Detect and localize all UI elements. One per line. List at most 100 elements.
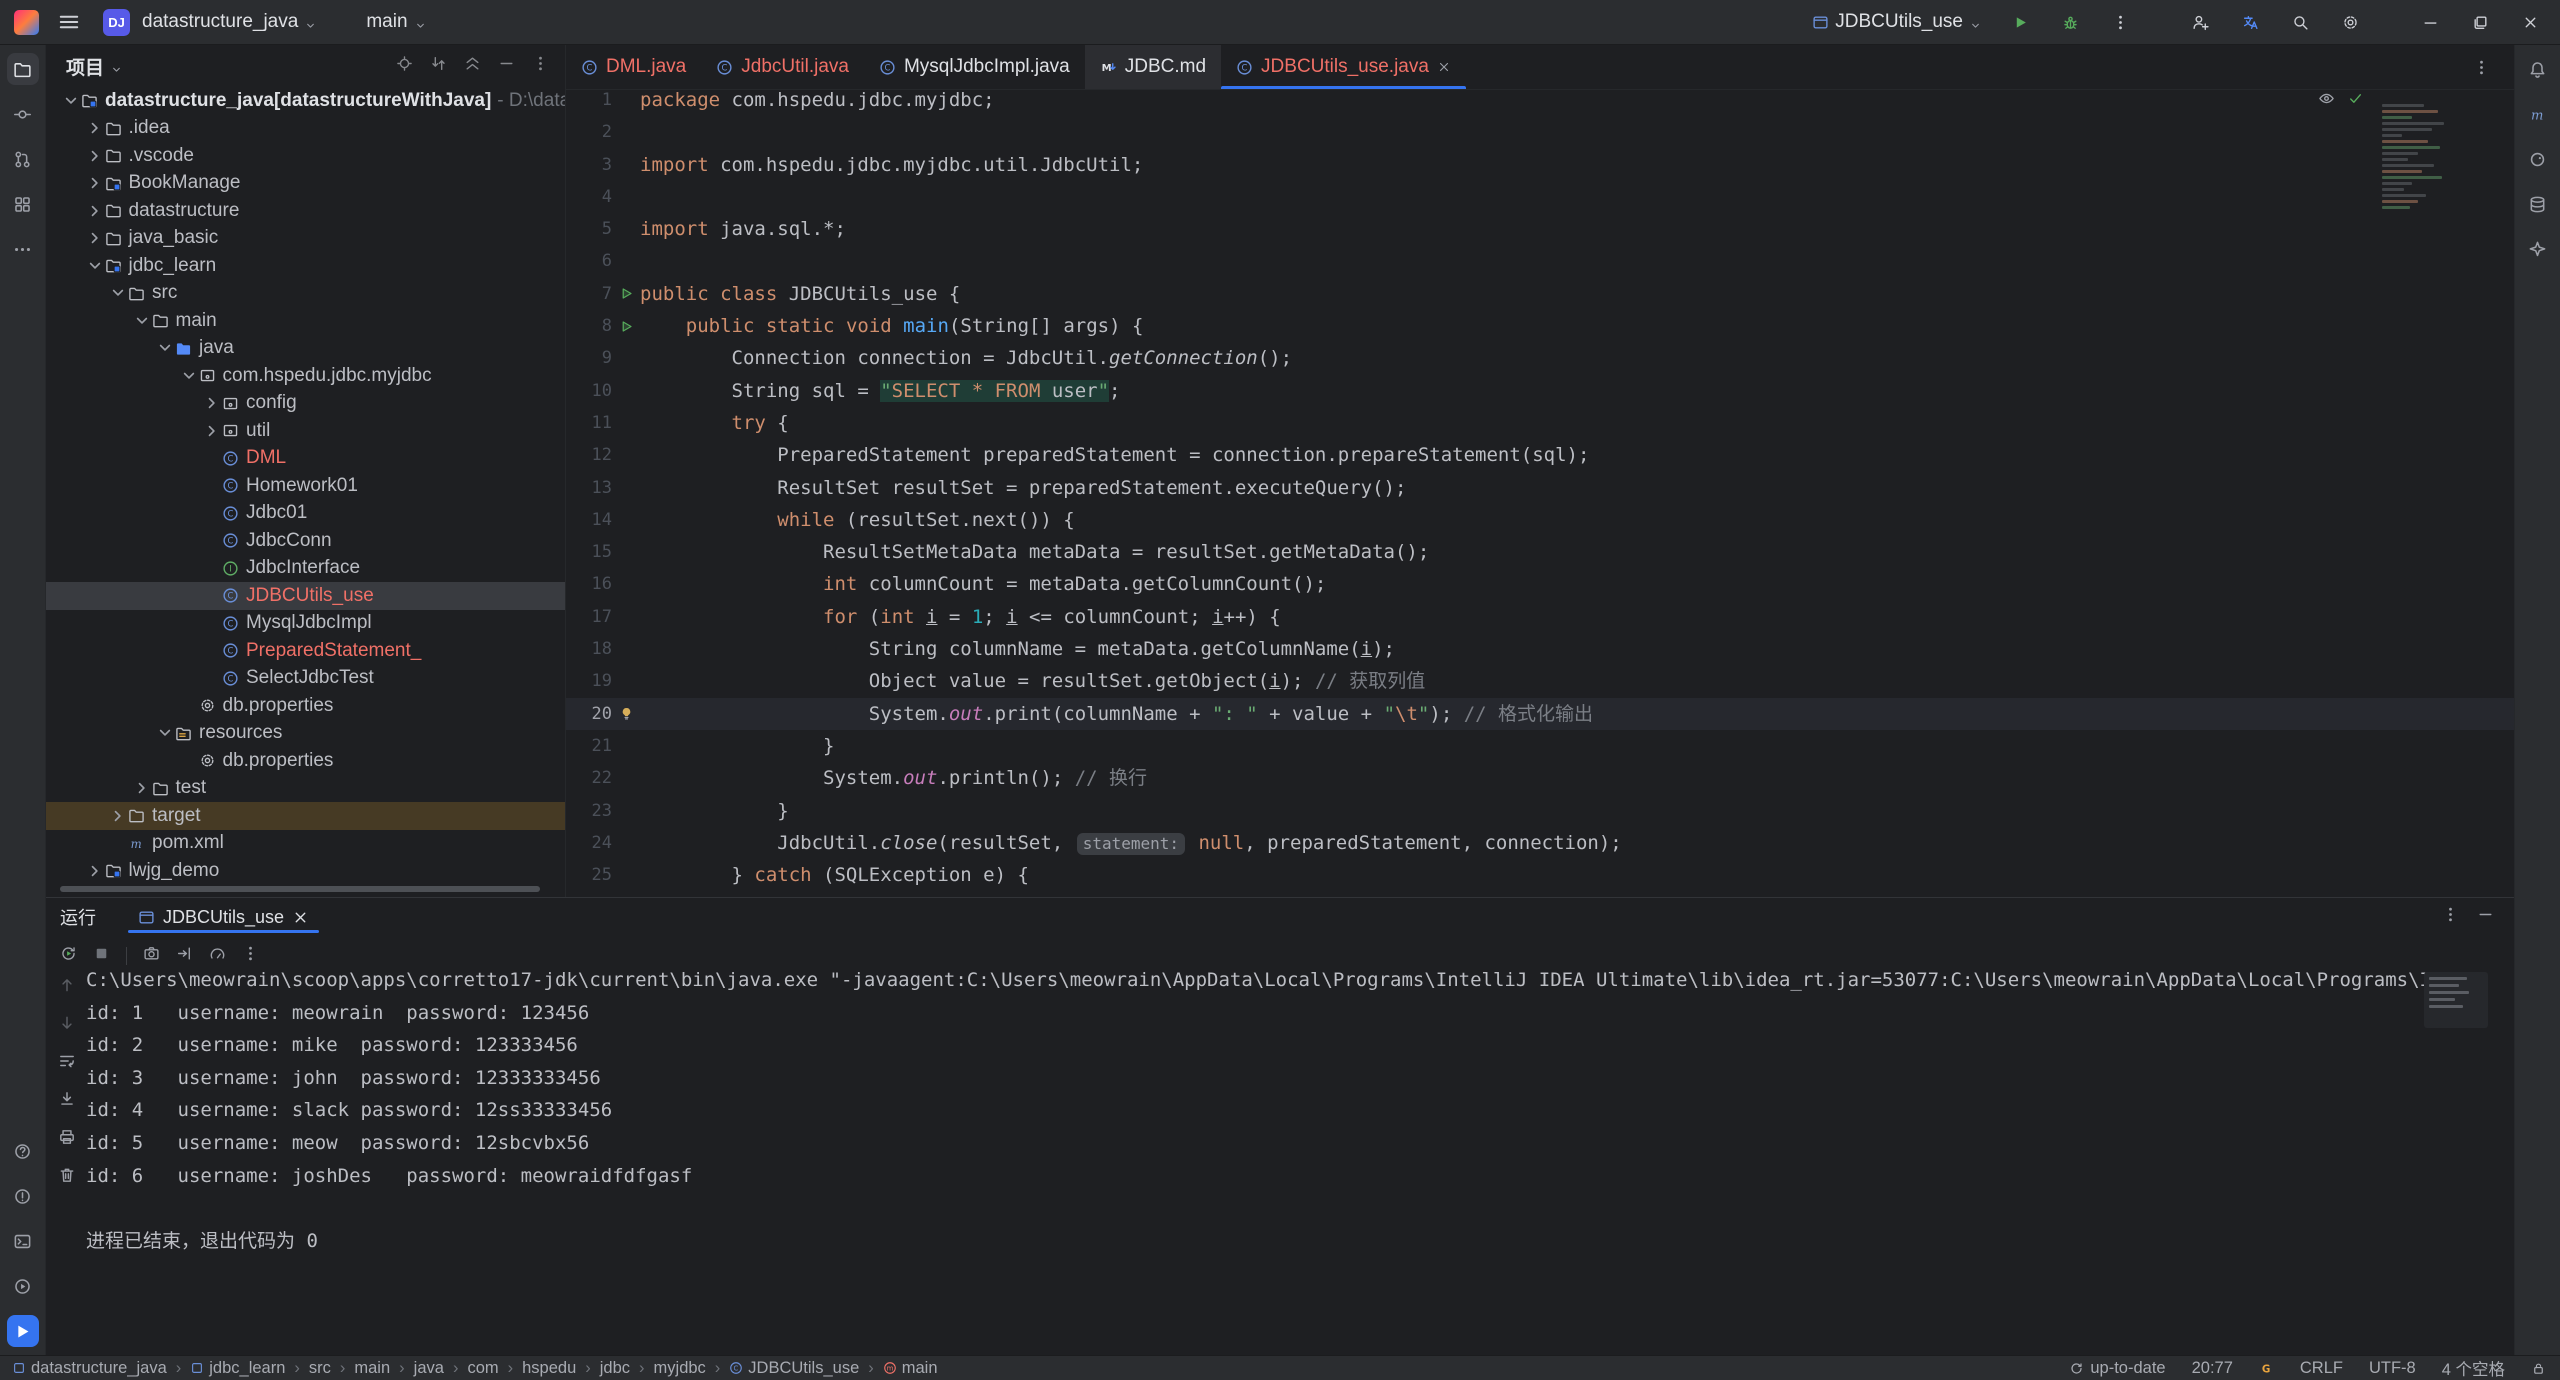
search-button[interactable] <box>2288 10 2312 34</box>
status-widget-up-to-date[interactable]: up-to-date <box>2069 1359 2165 1378</box>
project-folder-tool-button[interactable] <box>7 53 39 85</box>
tree-item-MysqlJdbcImpl[interactable]: CMysqlJdbcImpl <box>46 610 565 638</box>
horizontal-scrollbar[interactable] <box>60 886 540 892</box>
tree-chevron-icon[interactable] <box>85 148 105 164</box>
tree-item-JdbcInterface[interactable]: IJdbcInterface <box>46 555 565 583</box>
run-play-button[interactable] <box>2008 10 2032 34</box>
tree-item-JdbcConn[interactable]: CJdbcConn <box>46 527 565 555</box>
breadcrumb-item-JDBCUtils_use[interactable]: CJDBCUtils_use <box>729 1359 859 1378</box>
debug-bug-button[interactable] <box>2058 10 2082 34</box>
tree-item-src[interactable]: src <box>46 280 565 308</box>
code-line-18[interactable]: 18 String columnName = metaData.getColum… <box>566 633 2514 665</box>
tree-item-PreparedStatement_[interactable]: CPreparedStatement_ <box>46 637 565 665</box>
run-tab[interactable]: JDBCUtils_use <box>128 898 319 930</box>
hide-button[interactable] <box>2477 906 2494 928</box>
settings-button[interactable] <box>2338 10 2362 34</box>
tree-item-.vscode[interactable]: .vscode <box>46 142 565 170</box>
code-line-21[interactable]: 21 } <box>566 730 2514 762</box>
code-line-14[interactable]: 14 while (resultSet.next()) { <box>566 504 2514 536</box>
tree-item-com.hspedu.jdbc.myjdbc[interactable]: com.hspedu.jdbc.myjdbc <box>46 362 565 390</box>
tree-item-config[interactable]: config <box>46 390 565 418</box>
tree-chevron-icon[interactable] <box>85 175 105 191</box>
tree-chevron-icon[interactable] <box>155 725 175 741</box>
breadcrumb-item-jdbc[interactable]: jdbc <box>600 1359 630 1378</box>
code-line-3[interactable]: 3import com.hspedu.jdbc.myjdbc.util.Jdbc… <box>566 149 2514 181</box>
tree-item-java[interactable]: java <box>46 335 565 363</box>
console-output[interactable]: C:\Users\meowrain\scoop\apps\corretto17-… <box>86 964 2484 1257</box>
run-gutter-slot[interactable] <box>612 286 640 301</box>
commit-tool-button[interactable] <box>7 98 39 130</box>
tab-JDBC.md[interactable]: MJDBC.md <box>1085 45 1221 89</box>
more-v-button[interactable] <box>2442 906 2459 928</box>
chevron-down-icon[interactable] <box>110 60 123 73</box>
gutter-run-icon[interactable] <box>619 319 634 334</box>
breadcrumb-item-java[interactable]: java <box>414 1359 444 1378</box>
tree-chevron-icon[interactable] <box>179 368 199 384</box>
code-line-6[interactable]: 6 <box>566 245 2514 277</box>
code-line-19[interactable]: 19 Object value = resultSet.getObject(i)… <box>566 665 2514 697</box>
code-line-9[interactable]: 9 Connection connection = JdbcUtil.getCo… <box>566 342 2514 374</box>
tree-item-target[interactable]: target <box>46 802 565 830</box>
project-badge[interactable]: DJ <box>103 9 130 36</box>
tab-JdbcUtil.java[interactable]: CJdbcUtil.java <box>701 45 864 89</box>
tree-chevron-icon[interactable] <box>85 863 105 879</box>
structure-tool-button[interactable] <box>7 188 39 220</box>
tree-item-DML[interactable]: CDML <box>46 445 565 473</box>
tree-item-.idea[interactable]: .idea <box>46 115 565 143</box>
console-minimap[interactable] <box>2424 972 2488 1028</box>
tree-chevron-icon[interactable] <box>132 313 152 329</box>
code-line-12[interactable]: 12 PreparedStatement preparedStatement =… <box>566 439 2514 471</box>
code-line-17[interactable]: 17 for (int i = 1; i <= columnCount; i++… <box>566 601 2514 633</box>
intellij-logo-icon[interactable] <box>14 10 39 35</box>
translate-button[interactable] <box>2238 10 2262 34</box>
tree-chevron-icon[interactable] <box>132 780 152 796</box>
bulb-icon[interactable] <box>619 706 634 721</box>
down-button[interactable] <box>58 1014 76 1037</box>
project-panel-title[interactable]: 项目 <box>66 53 104 80</box>
terminal-tool-button[interactable] <box>7 1225 39 1257</box>
tree-chevron-icon[interactable] <box>202 395 222 411</box>
code-line-13[interactable]: 13 ResultSet resultSet = preparedStateme… <box>566 472 2514 504</box>
soft-wrap-button[interactable] <box>58 1052 76 1075</box>
code-line-24[interactable]: 24 JdbcUtil.close(resultSet, statement: … <box>566 827 2514 859</box>
problems-tool-button[interactable] <box>7 1180 39 1212</box>
tree-item-util[interactable]: util <box>46 417 565 445</box>
breadcrumb-item-hspedu[interactable]: hspedu <box>522 1359 576 1378</box>
tree-chevron-icon[interactable] <box>155 340 175 356</box>
status-widget-4 个空格[interactable]: 4 个空格 <box>2442 1356 2505 1380</box>
hide-button[interactable] <box>498 55 515 78</box>
close-icon[interactable] <box>1437 60 1451 74</box>
assistant-tool-button[interactable] <box>2522 233 2554 265</box>
code-line-4[interactable]: 4 <box>566 181 2514 213</box>
tree-item-java_basic[interactable]: java_basic <box>46 225 565 253</box>
code-line-1[interactable]: 1package com.hspedu.jdbc.myjdbc; <box>566 84 2514 116</box>
tree-item-main[interactable]: main <box>46 307 565 335</box>
scroll-to-source-button[interactable] <box>430 55 447 78</box>
code-line-16[interactable]: 16 int columnCount = metaData.getColumnC… <box>566 568 2514 600</box>
tab-JDBCUtils_use.java[interactable]: CJDBCUtils_use.java <box>1221 45 1466 89</box>
run-gutter-slot[interactable] <box>612 319 640 334</box>
minimize-button[interactable] <box>2418 10 2442 34</box>
locate-button[interactable] <box>396 55 413 78</box>
tree-item-lwjg_demo[interactable]: lwjg_demo <box>46 857 565 885</box>
database-tool-button[interactable] <box>2522 188 2554 220</box>
collapse-all-button[interactable] <box>464 55 481 78</box>
clear-button[interactable] <box>58 1166 76 1189</box>
breadcrumb-item-main[interactable]: mmain <box>883 1359 938 1378</box>
scroll-end-button[interactable] <box>58 1090 76 1113</box>
tree-chevron-icon[interactable] <box>108 808 128 824</box>
code-line-7[interactable]: 7public class JDBCUtils_use { <box>566 278 2514 310</box>
more-v-button[interactable] <box>532 55 549 78</box>
status-widget-g-badge[interactable]: G <box>2259 1361 2274 1376</box>
tree-item-resources[interactable]: resources <box>46 720 565 748</box>
up-button[interactable] <box>58 976 76 999</box>
tree-chevron-icon[interactable] <box>85 230 105 246</box>
tab-MysqlJdbcImpl.java[interactable]: CMysqlJdbcImpl.java <box>864 45 1085 89</box>
maven-tool-button[interactable]: m <box>2522 98 2554 130</box>
tree-item-pom.xml[interactable]: mpom.xml <box>46 830 565 858</box>
code-line-25[interactable]: 25 } catch (SQLException e) { <box>566 859 2514 891</box>
run-panel-title[interactable]: 运行 <box>60 904 96 930</box>
breadcrumb-item-myjdbc[interactable]: myjdbc <box>654 1359 706 1378</box>
tree-item-datastructure_java[interactable]: datastructure_java [datastructureWithJav… <box>46 87 565 115</box>
breadcrumb-item-datastructure_java[interactable]: datastructure_java <box>12 1359 167 1378</box>
